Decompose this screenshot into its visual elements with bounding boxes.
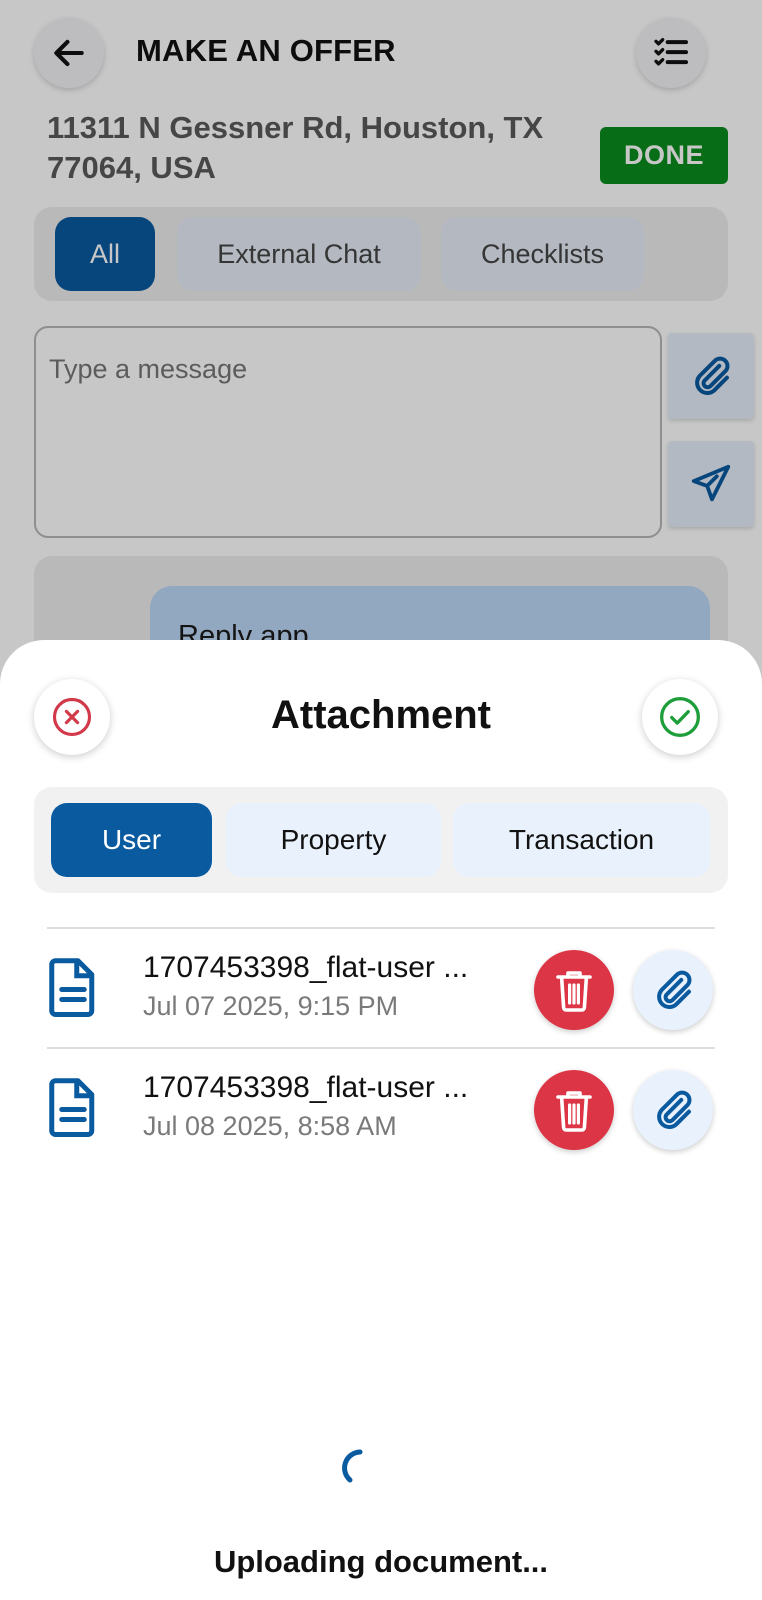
segment-user[interactable]: User [51,803,212,877]
file-date: Jul 07 2025, 9:15 PM [143,991,399,1021]
loading-spinner-icon [342,1449,363,1483]
attach-file-button[interactable] [633,950,713,1030]
attach-file-button[interactable] [633,1070,713,1150]
segment-property[interactable]: Property [226,803,441,877]
file-row[interactable]: 1707453398_flat-user ... Jul 08 2025, 8:… [0,1049,762,1167]
segment-transaction[interactable]: Transaction [453,803,710,877]
file-date: Jul 08 2025, 8:58 AM [143,1111,397,1141]
document-icon [49,1078,95,1137]
file-name: 1707453398_flat-user ... [143,1071,469,1104]
attachment-sheet: Attachment User Property Transaction 170… [0,640,762,1600]
paperclip-icon [657,970,692,1010]
trash-icon [556,1091,592,1132]
document-icon [49,958,95,1017]
upload-status-text: Uploading document... [213,1544,549,1579]
paperclip-icon [657,1090,692,1130]
delete-button[interactable] [534,1070,614,1150]
file-row[interactable]: 1707453398_flat-user ... Jul 07 2025, 9:… [0,929,762,1047]
confirm-button[interactable] [642,679,718,755]
trash-icon [556,971,592,1012]
delete-button[interactable] [534,950,614,1030]
file-name: 1707453398_flat-user ... [143,951,469,984]
check-circle-icon [660,697,700,737]
